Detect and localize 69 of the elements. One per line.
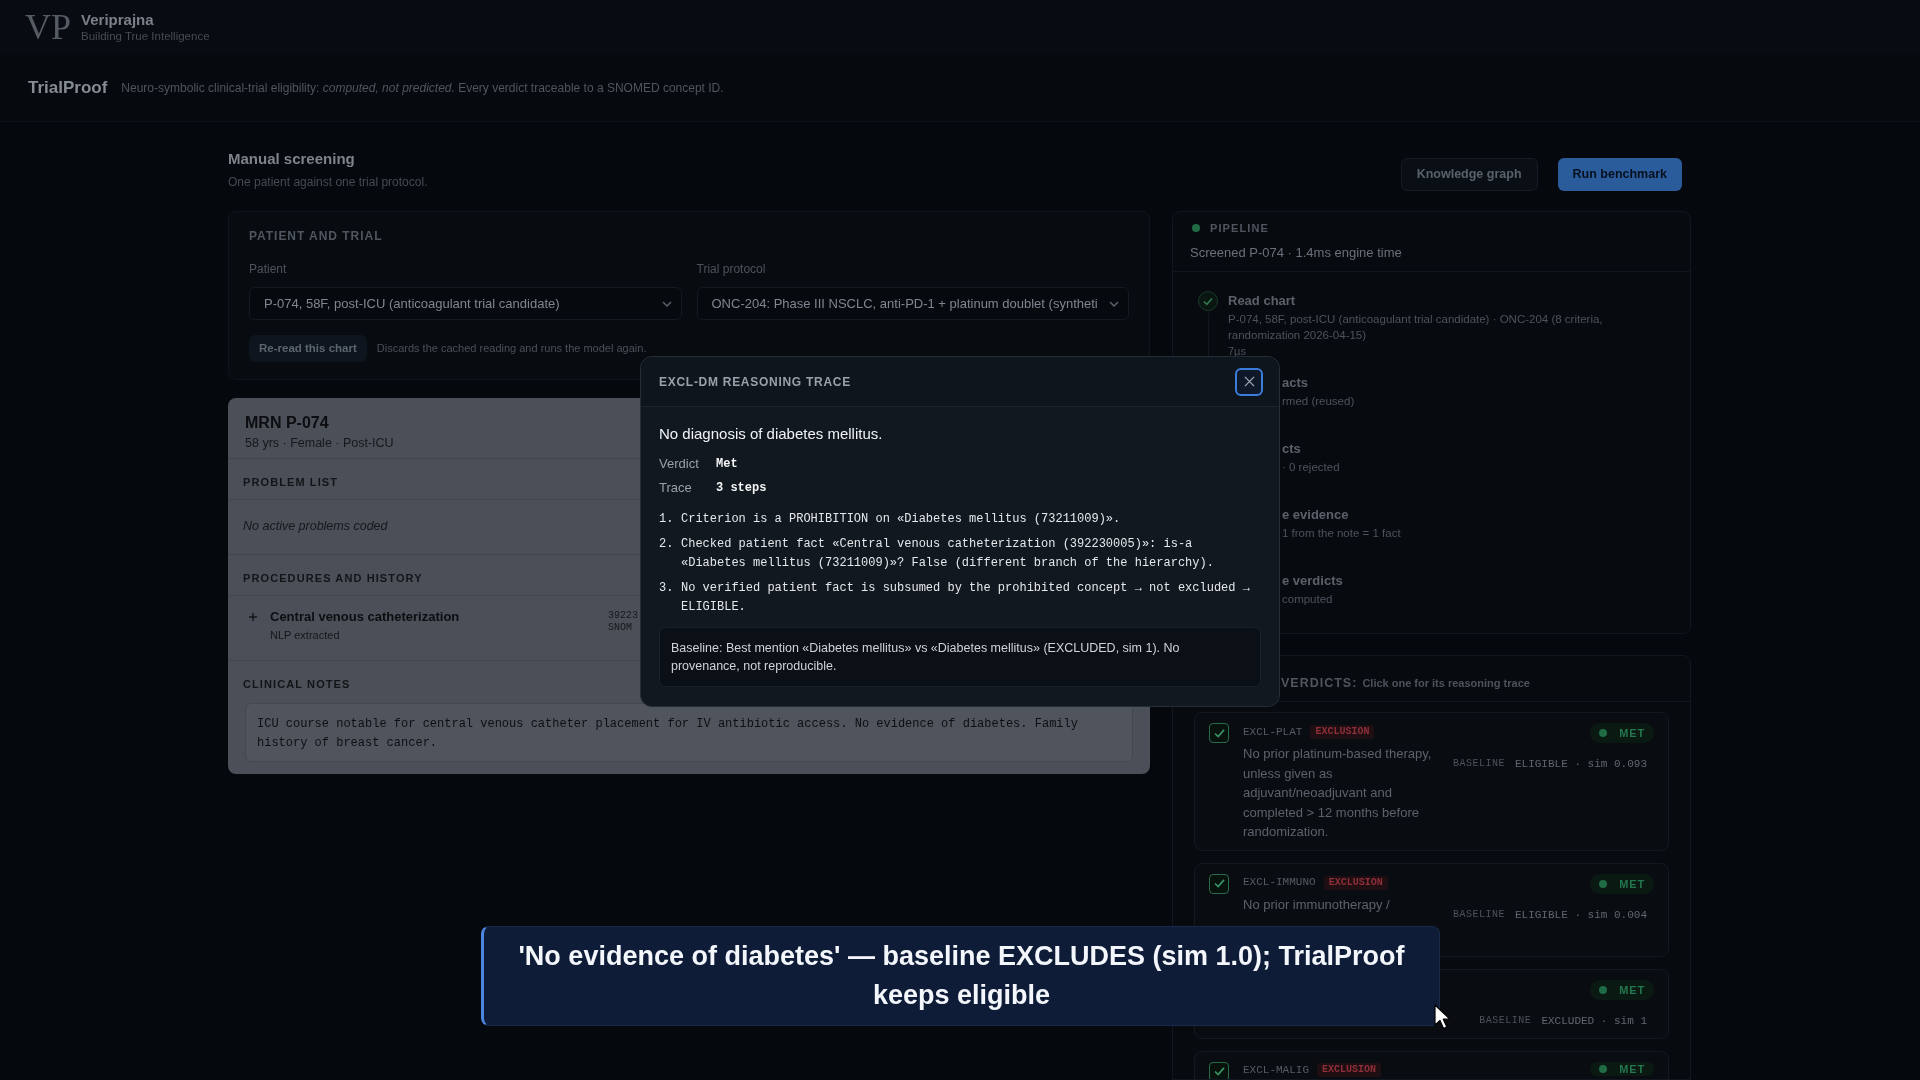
- field-label: Patient: [249, 261, 287, 277]
- criterion-id: EXCL-MALIG: [1243, 1062, 1309, 1078]
- step-title: acts: [1282, 374, 1309, 392]
- step-text: No verified patient fact is subsumed by the prohibited concept → not excluded → ELIGIBLE.: [681, 580, 1251, 616]
- step-detail: P-074, 58F, post-ICU (anticoagulant trial candidate) · ONC-204 (8 criteria, randomization 2026-04-15): [1228, 312, 1604, 343]
- baseline-label: BASELINE: [1452, 907, 1505, 922]
- baseline-note: Baseline: Best mention «Diabetes mellitus» vs «Diabetes mellitus» (EXCLUDED, sim 1). No provenance, not reproducible.: [659, 627, 1261, 687]
- step-title: cts: [1282, 440, 1301, 458]
- brand-tagline: Building True Intelligence: [81, 28, 210, 44]
- step-number: 3.: [659, 580, 675, 597]
- clinical-note: ICU course notable for central venous catheter placement for IV antibiotic access. No evidence of diabetes. Family history of breast cancer.: [245, 703, 1133, 762]
- section-heading: CLINICAL NOTES: [243, 677, 351, 691]
- field-label: Trial protocol: [696, 261, 766, 277]
- baseline-label: BASELINE: [1452, 757, 1505, 771]
- step-title: e verdicts: [1282, 572, 1343, 590]
- app-description: Neuro-symbolic clinical-trial eligibility: computed, not predicted. Every verdict traceable to a SNOMED concept ID.: [121, 79, 724, 96]
- step-title: e evidence: [1282, 506, 1349, 524]
- verdict-label: MET: [1619, 876, 1645, 891]
- panel-heading: PIPELINE: [1210, 221, 1269, 235]
- step-title: Read chart: [1228, 292, 1296, 310]
- page-title: Manual screening: [228, 149, 355, 169]
- criterion-tag: EXCLUSION: [1310, 725, 1375, 739]
- step-text: Criterion is a PROHIBITION on «Diabetes mellitus (73211009)».: [681, 511, 1122, 528]
- baseline-result: ELIGIBLE · sim 0.093: [1514, 757, 1647, 771]
- panel-heading: VERDICTS:: [1281, 676, 1358, 690]
- criterion-tag: EXCLUSION: [1323, 875, 1388, 890]
- app-title: TrialProof: [28, 76, 108, 99]
- step-detail: rmed (reused): [1282, 394, 1355, 409]
- dialog-title: EXCL-DM REASONING TRACE: [659, 373, 851, 390]
- procedure-name: Central venous catheterization: [270, 608, 460, 626]
- caption-toast: 'No evidence of diabetes' — baseline EXCLUDES (sim 1.0); TrialProof keeps eligible: [481, 926, 1440, 1026]
- baseline-label: BASELINE: [1479, 1013, 1532, 1028]
- empty-state-text: No active problems coded: [243, 518, 388, 534]
- field-value: Met: [716, 456, 738, 473]
- verdict-label: MET: [1619, 726, 1645, 740]
- page-subtitle: One patient against one trial protocol.: [228, 174, 428, 190]
- patient-meta: 58 yrs · Female · Post-ICU: [245, 435, 394, 452]
- criterion-id: EXCL-IMMUNO: [1243, 875, 1316, 891]
- criterion-tag: EXCLUSION: [1317, 1062, 1382, 1077]
- verdict-label: MET: [1619, 1061, 1645, 1076]
- procedure-source: NLP extracted: [270, 628, 340, 642]
- step-number: 1.: [659, 511, 675, 528]
- field-value: 3 steps: [716, 480, 767, 497]
- code-system: SNOM: [608, 622, 632, 634]
- step-detail: 1 from the note = 1 fact: [1282, 526, 1401, 541]
- step-text: Checked patient fact «Central venous catheterization (392230005)»: is-a «Diabetes mellitus (73211009)»? False (different branch of the hierarchy).: [681, 536, 1215, 572]
- criterion-text: No prior platinum-based therapy, unless given as adjuvant/neoadjuvant and completed > 12 months before randomization.: [1243, 745, 1433, 841]
- logo-mark: VP: [25, 6, 72, 49]
- section-heading: PROCEDURES AND HISTORY: [243, 571, 423, 585]
- field-label: Verdict: [659, 455, 699, 473]
- section-heading: PATIENT AND TRIAL: [249, 228, 383, 244]
- criterion-id: EXCL-PLAT: [1243, 724, 1303, 740]
- chart-title: MRN P-074: [245, 413, 329, 433]
- baseline-result: EXCLUDED · sim 1: [1541, 1013, 1647, 1028]
- step-detail: · 0 rejected: [1282, 460, 1340, 475]
- brand-name: Veriprajna: [81, 10, 155, 29]
- criterion-text: No prior immunotherapy /: [1243, 895, 1391, 914]
- reread-hint: Discards the cached reading and runs the model again.: [376, 341, 647, 357]
- concept-code: 39223: [608, 610, 638, 622]
- panel-hint: Click one for its reasoning trace: [1362, 676, 1530, 690]
- verdict-label: MET: [1619, 982, 1645, 997]
- baseline-result: ELIGIBLE · sim 0.004: [1514, 907, 1647, 922]
- step-detail: computed: [1282, 592, 1333, 607]
- pipeline-summary: Screened P-074 · 1.4ms engine time: [1190, 244, 1402, 262]
- step-number: 2.: [659, 536, 675, 553]
- field-label: Trace: [659, 479, 692, 497]
- section-heading: PROBLEM LIST: [243, 475, 339, 489]
- criterion-text: No diagnosis of diabetes mellitus.: [659, 424, 883, 444]
- step-timing: 7µs: [1228, 344, 1246, 359]
